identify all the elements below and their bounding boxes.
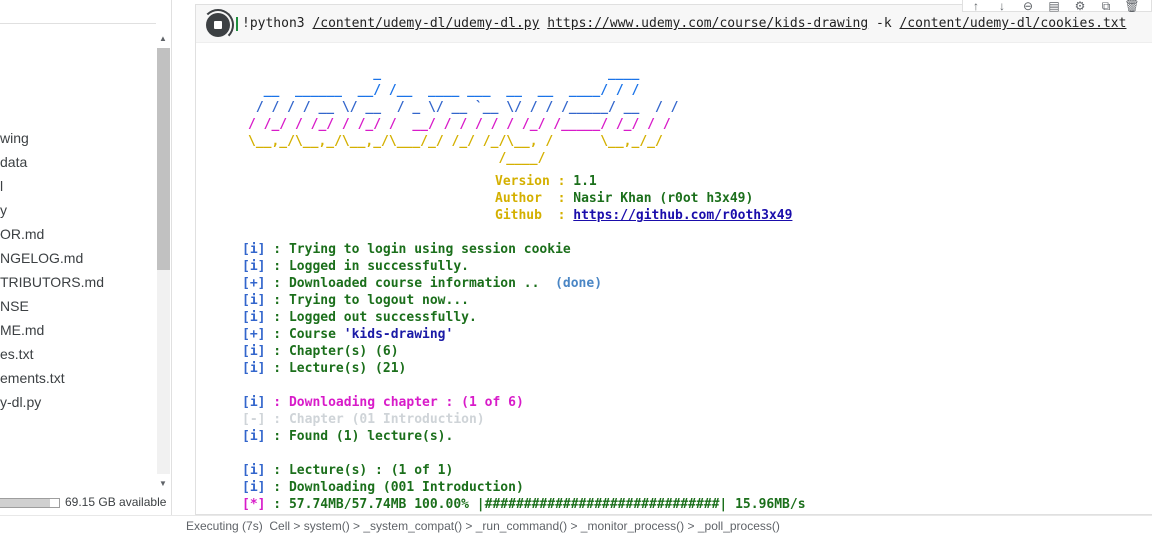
- file-browser-panel: wing data l y OR.md NGELOG.md TRIBUTORS.md NSE M…: [0, 0, 172, 515]
- log-message: : Downloading chapter : (1 of 6): [265, 395, 524, 410]
- log-line: [+] : Course 'kids-drawing': [242, 326, 453, 343]
- disk-available-label: 69.15 GB available: [65, 495, 167, 509]
- course-url: https://www.udemy.com/course/kids-drawin…: [547, 16, 869, 31]
- log-tag: [+]: [242, 327, 266, 342]
- log-line: [i] : Downloading (001 Introduction): [242, 479, 524, 496]
- file-item[interactable]: NGELOG.md: [0, 246, 83, 270]
- log-line: [i] : Trying to login using session cook…: [242, 241, 571, 258]
- log-line: [i] : Lecture(s) : (1 of 1): [242, 462, 453, 479]
- stop-icon: [214, 21, 222, 29]
- log-line: [-] : Chapter (01 Introduction): [242, 411, 485, 428]
- delete-icon[interactable]: 🗑: [1119, 0, 1145, 12]
- course-name: 'kids-drawing': [343, 327, 454, 342]
- stop-execution-button[interactable]: [206, 13, 230, 37]
- log-tag: [-]: [242, 412, 266, 427]
- log-message: : Lecture(s) (21): [265, 361, 407, 376]
- flag: -k: [868, 16, 900, 31]
- log-line: [i] : Logged in successfully.: [242, 258, 469, 275]
- log-message: : Logged out successfully.: [265, 310, 477, 325]
- log-message: : Trying to login using session cookie: [265, 242, 571, 257]
- github-line: Github : https://github.com/r0oth3x49: [495, 208, 793, 223]
- file-item[interactable]: TRIBUTORS.md: [0, 270, 104, 294]
- file-item[interactable]: y-dl.py: [0, 390, 41, 414]
- file-item[interactable]: ements.txt: [0, 366, 65, 390]
- scroll-up-arrow-icon[interactable]: ▲: [155, 33, 171, 45]
- log-tag: [i]: [242, 242, 266, 257]
- log-message: : Found (1) lecture(s).: [265, 429, 454, 444]
- disk-usage-bar: [0, 498, 60, 508]
- log-tag: [i]: [242, 259, 266, 274]
- cell-output: _ ____ __ ______ __/ /__ ____ ___ __ __ …: [196, 65, 1152, 514]
- log-status: (done): [555, 276, 603, 291]
- log-tag: [i]: [242, 361, 266, 376]
- log-line: [*] : 57.74MB/57.74MB 100.00% |#########…: [242, 496, 806, 513]
- command-prefix: !python3: [242, 16, 313, 31]
- log-message: : Course: [265, 327, 344, 342]
- file-item[interactable]: ME.md: [0, 318, 44, 342]
- log-tag: [*]: [242, 497, 266, 512]
- log-message: : Downloading (001 Introduction): [265, 480, 524, 495]
- log-line: [i] : Found (1) lecture(s).: [242, 428, 453, 445]
- settings-icon[interactable]: ⚙: [1067, 0, 1093, 12]
- file-item[interactable]: NSE: [0, 294, 29, 318]
- arrow-up-icon[interactable]: ↑: [963, 0, 989, 12]
- log-line: [i] : Chapter(s) (6): [242, 343, 399, 360]
- log-message: : Logged in successfully.: [265, 259, 469, 274]
- file-item[interactable]: l: [0, 174, 3, 198]
- log-message: : Chapter(s) (6): [265, 344, 399, 359]
- log-tag: [i]: [242, 344, 266, 359]
- log-line: [i] : Lecture(s) (21): [242, 360, 406, 377]
- log-tag: [i]: [242, 463, 266, 478]
- banner-line: _ ____: [248, 66, 640, 81]
- scroll-down-arrow-icon[interactable]: ▼: [155, 478, 171, 490]
- code-cell[interactable]: !python3 /content/udemy-dl/udemy-dl.py h…: [195, 4, 1152, 515]
- arrow-down-icon[interactable]: ↓: [989, 0, 1015, 12]
- banner-line: \__,_/\__,_/\__,_/\___/_/ /_/ /_/\__, / …: [248, 134, 663, 149]
- file-item[interactable]: wing: [0, 126, 29, 150]
- log-tag: [i]: [242, 310, 266, 325]
- cookie-path: /content/udemy-dl/cookies.txt: [899, 16, 1127, 31]
- log-message: : 57.74MB/57.74MB 100.00% |#############…: [265, 497, 806, 512]
- log-message: : Trying to logout now...: [265, 293, 469, 308]
- script-path: /content/udemy-dl/udemy-dl.py: [312, 16, 540, 31]
- log-line: [i] : Logged out successfully.: [242, 309, 477, 326]
- log-message: : Downloaded course information ..: [265, 276, 556, 291]
- link-icon[interactable]: ⊖: [1015, 0, 1041, 12]
- github-link[interactable]: https://github.com/r0oth3x49: [573, 208, 792, 223]
- scrollbar-thumb[interactable]: [157, 48, 170, 270]
- command-line[interactable]: !python3 /content/udemy-dl/udemy-dl.py h…: [242, 16, 1126, 31]
- status-text: Executing (7s) Cell > system() > _system…: [186, 519, 780, 533]
- version-line: Version : 1.1: [495, 174, 597, 189]
- log-message: : Chapter (01 Introduction): [265, 412, 485, 427]
- log-line: [i] : Trying to logout now...: [242, 292, 469, 309]
- log-tag: [i]: [242, 429, 266, 444]
- log-message: : Lecture(s) : (1 of 1): [265, 463, 454, 478]
- banner-line: / /_/ / /_/ / /_/ / __/ / / / / / /_/ /_…: [248, 117, 671, 132]
- comment-icon[interactable]: ▤: [1041, 0, 1067, 12]
- file-item[interactable]: OR.md: [0, 222, 44, 246]
- log-tag: [i]: [242, 293, 266, 308]
- log-tag: [i]: [242, 395, 266, 410]
- disk-usage-fill: [0, 499, 51, 507]
- log-line: [+] : Downloaded course information .. (…: [242, 275, 602, 292]
- log-tag: [+]: [242, 276, 266, 291]
- banner-line: /____/: [248, 151, 546, 166]
- log-tag: [i]: [242, 480, 266, 495]
- author-line: Author : Nasir Khan (r0ot h3x49): [495, 191, 754, 206]
- status-bar: Executing (7s) Cell > system() > _system…: [0, 515, 1152, 533]
- log-line: [i] : Downloading chapter : (1 of 6): [242, 394, 524, 411]
- file-item[interactable]: y: [0, 198, 7, 222]
- mirror-cell-icon[interactable]: ⧉: [1093, 0, 1119, 12]
- cell-toolbar: ↑ ↓ ⊖ ▤ ⚙ ⧉ 🗑: [962, 0, 1152, 12]
- banner-line: / / / / __ \/ __ / _ \/ __ `__ \/ / / /_…: [248, 100, 679, 115]
- file-item[interactable]: data: [0, 150, 27, 174]
- panel-divider: [0, 23, 156, 24]
- cursor-marker: [236, 17, 238, 31]
- banner-line: __ ______ __/ /__ ____ ___ __ __ ____/ /…: [248, 83, 640, 98]
- file-item[interactable]: es.txt: [0, 342, 33, 366]
